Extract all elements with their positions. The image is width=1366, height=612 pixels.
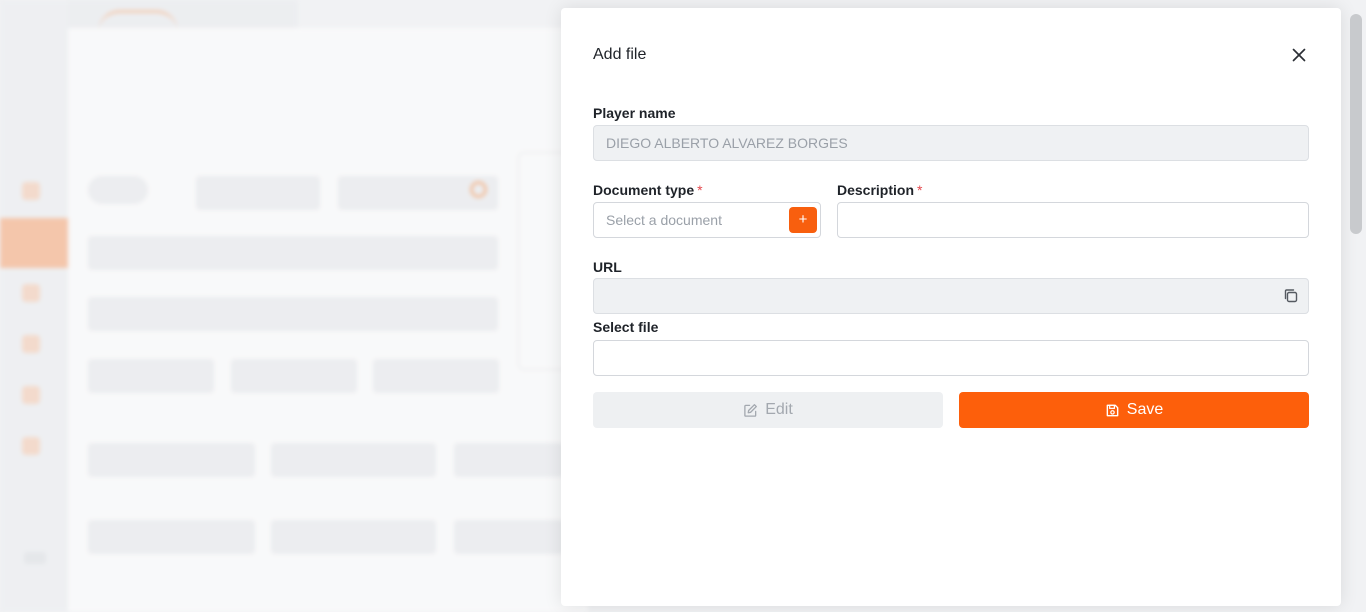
close-icon [1292,48,1306,62]
edit-button-label: Edit [765,401,793,418]
page-scrollbar[interactable] [1350,14,1362,234]
copy-url-button[interactable] [1283,288,1299,304]
select-file-label: Select file [593,319,659,335]
player-name-label: Player name [593,105,676,121]
required-marker: * [917,182,923,198]
player-name-field[interactable]: DIEGO ALBERTO ALVAREZ BORGES [593,125,1309,161]
save-button[interactable]: Save [959,392,1309,428]
modal-title: Add file [593,46,647,63]
url-field[interactable] [593,278,1309,314]
description-label-text: Description [837,182,915,198]
description-label: Description * [837,182,922,198]
document-type-label-text: Document type [593,182,695,198]
add-file-modal: Add file Player name DIEGO ALBERTO ALVAR… [561,8,1341,606]
edit-button[interactable]: Edit [593,392,943,428]
description-input[interactable] [837,202,1309,238]
document-type-label: Document type * [593,182,703,198]
floppy-disk-icon [1106,404,1119,416]
url-label: URL [593,259,622,275]
document-type-select[interactable]: Select a document [593,202,821,238]
document-type-placeholder: Select a document [606,212,722,228]
select-file-input[interactable] [593,340,1309,376]
required-marker: * [697,182,703,198]
pencil-icon [744,403,758,417]
close-button[interactable] [1288,44,1310,66]
background-sidebar [0,0,68,612]
save-button-label: Save [1126,401,1164,418]
add-document-type-button[interactable]: + [789,207,817,233]
copy-icon [1284,289,1298,303]
